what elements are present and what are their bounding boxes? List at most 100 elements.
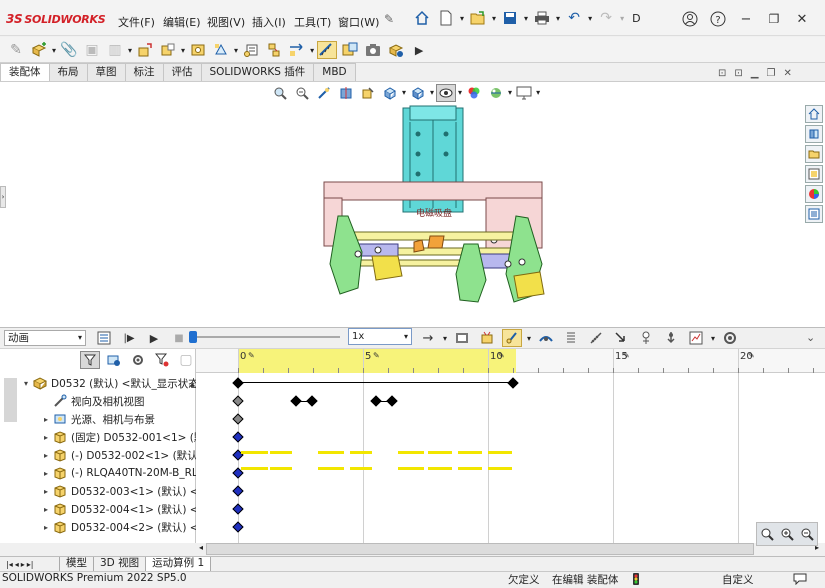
edit-appearance-icon[interactable] [464, 84, 484, 102]
custom-properties-icon[interactable] [805, 205, 823, 223]
zoom-in-icon[interactable] [759, 525, 775, 543]
component-change-bar[interactable] [398, 467, 424, 470]
assembly-model-gripper[interactable]: 电磁吸盘 [318, 104, 556, 304]
component-change-bar[interactable] [318, 451, 344, 454]
restore-icon[interactable]: ❐ [764, 10, 784, 28]
chevron-down-icon[interactable]: ▾ [443, 334, 447, 343]
component-change-bar[interactable] [488, 467, 512, 470]
first-tab-icon[interactable]: |◂ [6, 558, 13, 571]
instant3d-icon[interactable] [287, 41, 307, 59]
component-change-bar[interactable] [398, 451, 424, 454]
gravity-icon[interactable] [661, 329, 681, 347]
chevron-down-icon[interactable]: ▾ [492, 14, 496, 23]
close-icon[interactable]: ✕ [792, 10, 812, 28]
playback-mode-arrow-icon[interactable]: → [418, 329, 438, 347]
chevron-down-icon[interactable]: ▾ [458, 84, 462, 102]
tab-layout[interactable]: 布局 [48, 63, 88, 81]
chevron-right-icon[interactable]: ▸ [40, 505, 52, 514]
play-icon[interactable]: ▶ [144, 329, 164, 347]
mate-icon[interactable]: 📎 [59, 41, 79, 59]
tree-item[interactable]: ▸ D0532-003<1> (默认) < [40, 482, 199, 500]
chevron-down-icon[interactable]: ▾ [620, 14, 624, 23]
bill-of-materials-icon[interactable] [241, 41, 261, 59]
close-doc-icon[interactable]: ✕ [783, 68, 791, 79]
playback-speed-select[interactable]: 1x ▾ [348, 328, 412, 345]
menu-insert[interactable]: 插入(I) [252, 14, 286, 30]
assembly-duration-bar[interactable] [238, 382, 514, 383]
chevron-down-icon[interactable]: ▾ [711, 334, 715, 343]
chevron-down-icon[interactable]: ▾ [556, 14, 560, 23]
assembly-features-icon[interactable] [188, 41, 208, 59]
contact-icon[interactable] [636, 329, 656, 347]
chevron-down-icon[interactable]: ▾ [460, 14, 464, 23]
solidworks-logo[interactable]: 3S SOLIDWORKS [6, 12, 106, 26]
chevron-down-icon[interactable]: ▾ [527, 334, 531, 343]
chevron-right-icon[interactable]: ▸ [40, 469, 52, 478]
restore-doc-icon[interactable]: ❐ [766, 68, 775, 79]
study-type-select[interactable]: 动画 ▾ [4, 330, 86, 346]
component-change-bar[interactable] [428, 467, 452, 470]
filter-driving-icon[interactable] [104, 351, 124, 369]
undo-icon[interactable]: ↶ [564, 9, 584, 27]
linear-pattern-icon[interactable]: ▣ [82, 41, 102, 59]
rebuild-indicator-icon[interactable] [632, 573, 640, 588]
tree-item[interactable]: ▸ (-) RLQA40TN-20M-B_RL [40, 464, 198, 482]
tree-item[interactable]: ▸ (-) D0532-002<1> (默认) [40, 446, 202, 464]
menu-window[interactable]: 窗口(W) [338, 14, 379, 30]
filter-animated-icon[interactable] [80, 351, 100, 369]
tree-item[interactable]: ▸ D0532-004<1> (默认) < [40, 500, 199, 518]
tab-mbd[interactable]: MBD [313, 63, 356, 81]
motion-study-properties-icon[interactable] [720, 329, 740, 347]
new-document-icon[interactable] [436, 9, 456, 27]
tab-solidworks-addins[interactable]: SOLIDWORKS 插件 [200, 63, 315, 81]
menu-file[interactable]: 文件(F) [118, 14, 155, 30]
component-change-bar[interactable] [241, 467, 268, 470]
component-change-bar[interactable] [318, 467, 344, 470]
home-icon[interactable] [412, 9, 432, 27]
solidworks-resources-icon[interactable] [805, 105, 823, 123]
tree-item[interactable]: ▸ D0532-004<2> (默认) < [40, 518, 199, 536]
zoom-to-area-icon[interactable] [292, 84, 312, 102]
stop-icon[interactable]: ■ [169, 329, 189, 347]
collapse-panel-icon[interactable]: ⌄ [806, 331, 815, 344]
update-speedpak-icon[interactable] [317, 41, 338, 59]
filter-selected-icon[interactable] [128, 351, 148, 369]
tile-window-icon[interactable]: ⊡ [718, 68, 726, 79]
open-folder-icon[interactable] [468, 9, 488, 27]
zoom-to-fit-icon[interactable] [270, 84, 290, 102]
large-assembly-icon[interactable] [386, 41, 406, 59]
timeline-horizontal-scrollbar[interactable] [206, 543, 754, 555]
chevron-right-icon[interactable]: ▸ [40, 415, 52, 424]
tab-evaluate[interactable]: 评估 [162, 63, 202, 81]
results-plots-icon[interactable] [686, 329, 706, 347]
view-palette-icon[interactable] [805, 165, 823, 183]
tree-item[interactable]: 视向及相机视图 [40, 392, 145, 410]
filter-results-icon[interactable] [152, 351, 172, 369]
chevron-right-icon[interactable]: ▸ [40, 487, 52, 496]
tree-item[interactable]: ▸ 光源、相机与布景 [40, 410, 155, 428]
move-component-icon[interactable] [135, 41, 155, 59]
camera-segment[interactable] [296, 401, 312, 402]
tab-motion-study-1[interactable]: 运动算例 1 [146, 557, 212, 571]
view-settings-icon[interactable] [514, 84, 534, 102]
calculate-icon[interactable] [94, 329, 114, 347]
tree-item[interactable]: ▸ (固定) D0532-001<1> (默 [40, 428, 204, 446]
help-icon[interactable]: ? [708, 10, 728, 28]
chevron-right-icon[interactable]: ▸ [40, 523, 52, 532]
more-arrow-icon[interactable]: ▶ [409, 41, 429, 59]
tab-scroll-controls[interactable]: |◂ ◂ ▸ ▸| [0, 557, 60, 571]
minimize-doc-icon[interactable]: ▁ [751, 68, 759, 79]
tree-scroll-up-icon[interactable]: ▴ [190, 380, 195, 390]
zoom-out-icon[interactable] [779, 525, 795, 543]
feedback-icon[interactable] [793, 573, 807, 588]
chevron-down-icon[interactable]: ▾ [588, 14, 592, 23]
reference-geometry-icon[interactable] [211, 41, 231, 59]
zoom-timeline-icon[interactable]: ▢ [176, 351, 196, 369]
view-orientation-icon[interactable] [380, 84, 400, 102]
pin-icon[interactable]: ✎ [384, 12, 394, 26]
exploded-view-icon[interactable] [264, 41, 284, 59]
save-icon[interactable] [500, 9, 520, 27]
chevron-right-icon[interactable]: ▸ [40, 433, 52, 442]
smart-fasteners-icon[interactable]: ▥ [105, 41, 125, 59]
chevron-down-icon[interactable]: ▾ [128, 46, 132, 55]
